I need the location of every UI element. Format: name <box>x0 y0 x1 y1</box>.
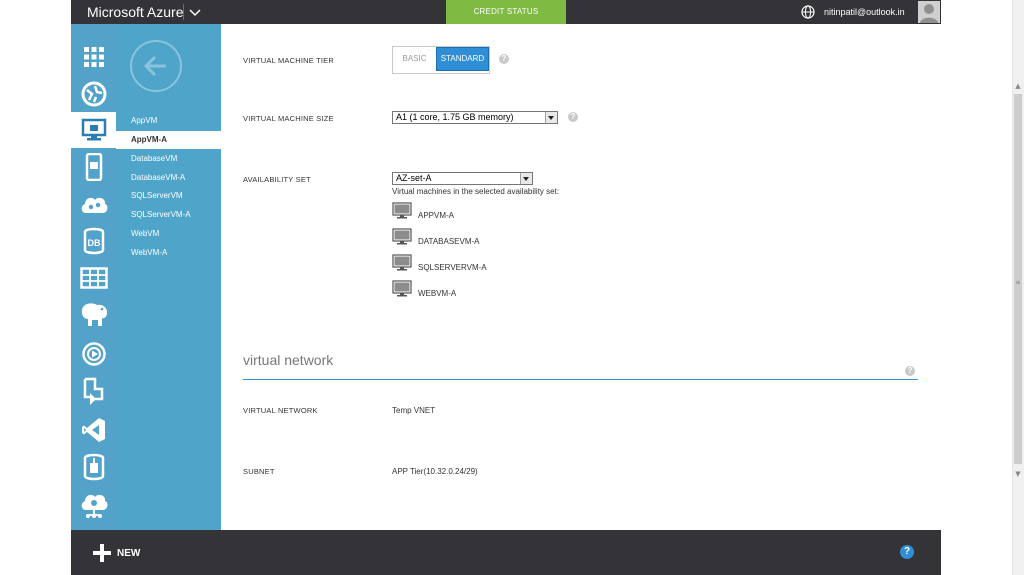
service-bus-icon <box>83 377 103 405</box>
tier-toggle[interactable]: BASIC STANDARD <box>392 46 490 74</box>
brand-divider <box>183 4 184 20</box>
nav-hdinsight[interactable] <box>71 296 116 332</box>
chevron-down-icon[interactable] <box>545 112 557 123</box>
size-help-icon[interactable]: ? <box>568 112 578 122</box>
virtual-network-section-title: virtual network <box>243 352 334 368</box>
storage-icon <box>79 267 108 289</box>
tier-label: VIRTUAL MACHINE TIER <box>243 56 334 65</box>
nav-visual-studio[interactable] <box>71 412 116 448</box>
tier-option-standard[interactable]: STANDARD <box>436 47 489 71</box>
virtual-network-value: Temp VNET <box>392 406 436 415</box>
new-label: NEW <box>117 547 141 559</box>
tier-option-basic[interactable]: BASIC <box>393 47 436 71</box>
section-divider <box>243 379 918 380</box>
vm-list-item[interactable]: SQLServerVM <box>116 187 221 205</box>
visual-studio-icon <box>81 418 105 442</box>
top-bar: Microsoft Azure CREDIT STATUS nitinpatil… <box>71 0 941 24</box>
vm-list-item-selected[interactable]: AppVM-A <box>116 131 221 149</box>
availability-set-select[interactable]: AZ-set-A <box>392 172 533 185</box>
nav-service-bus[interactable] <box>71 373 116 409</box>
media-services-icon <box>81 342 106 366</box>
user-silhouette-icon <box>920 4 938 23</box>
size-label: VIRTUAL MACHINE SIZE <box>243 114 334 123</box>
availability-vm-name: WEBVM-A <box>418 289 457 298</box>
virtual-machines-icon <box>81 118 106 141</box>
avatar[interactable] <box>918 1 940 23</box>
scroll-grip-icon: ≡ <box>1015 279 1021 286</box>
all-items-grid-icon <box>83 47 104 67</box>
nav-cache[interactable] <box>71 449 116 485</box>
availability-vm-name: SQLSERVERVM-A <box>418 263 487 272</box>
vm-list-item[interactable]: DatabaseVM <box>116 150 221 168</box>
availability-set-value: AZ-set-A <box>396 173 432 183</box>
hdinsight-icon <box>81 303 107 326</box>
web-sites-icon <box>81 81 106 107</box>
credit-status-button[interactable]: CREDIT STATUS <box>446 0 566 24</box>
availability-set-label: AVAILABILITY SET <box>243 175 311 184</box>
cloud-services-icon <box>81 197 107 213</box>
availability-vm-name: DATABASEVM-A <box>418 237 480 246</box>
scroll-up-arrow-icon[interactable]: ▲ <box>1014 82 1022 90</box>
nav-sql-databases[interactable]: DB <box>71 223 116 259</box>
vm-monitor-icon <box>392 228 412 245</box>
globe-icon[interactable] <box>801 5 815 19</box>
networks-icon <box>81 494 107 518</box>
new-button[interactable]: NEW <box>93 544 140 562</box>
mobile-services-icon <box>85 153 102 181</box>
vm-monitor-icon <box>392 202 412 219</box>
nav-all-items[interactable] <box>71 39 116 75</box>
tier-help-icon[interactable]: ? <box>499 54 509 64</box>
brand-title[interactable]: Microsoft Azure <box>87 0 183 24</box>
back-button[interactable] <box>130 40 182 92</box>
nav-storage[interactable] <box>71 260 116 296</box>
left-margin <box>0 0 71 575</box>
vm-list-pane: AppVM AppVM-A DatabaseVM DatabaseVM-A SQ… <box>116 24 221 530</box>
vm-list-item[interactable]: WebVM <box>116 225 221 243</box>
size-select-value: A1 (1 core, 1.75 GB memory) <box>396 112 514 122</box>
availability-vm-name: APPVM-A <box>418 211 455 220</box>
nav-web-sites[interactable] <box>71 76 116 112</box>
vm-list-item[interactable]: DatabaseVM-A <box>116 169 221 187</box>
account-name[interactable]: nitinpatil@outlook.in <box>824 0 905 24</box>
vm-list-item[interactable]: SQLServerVM-A <box>116 206 221 224</box>
scroll-down-arrow-icon[interactable]: ▼ <box>1014 470 1022 478</box>
network-help-icon[interactable]: ? <box>905 366 915 376</box>
back-arrow-icon <box>143 55 166 77</box>
nav-media-services[interactable] <box>71 336 116 372</box>
nav-virtual-machines[interactable] <box>71 112 116 148</box>
availability-set-note: Virtual machines in the selected availab… <box>392 187 560 196</box>
size-select[interactable]: A1 (1 core, 1.75 GB memory) <box>392 111 558 124</box>
help-circle-icon[interactable]: ? <box>900 545 914 559</box>
vm-monitor-icon <box>392 254 412 271</box>
virtual-network-label: VIRTUAL NETWORK <box>243 406 318 415</box>
nav-mobile-services[interactable] <box>71 149 116 185</box>
nav-cloud-services[interactable] <box>71 186 116 222</box>
chevron-down-icon[interactable] <box>188 4 202 20</box>
chevron-down-icon[interactable] <box>520 173 532 184</box>
plus-icon <box>93 544 111 562</box>
svg-text:DB: DB <box>87 238 100 248</box>
vm-monitor-icon <box>392 280 412 297</box>
command-bar: NEW ? <box>71 530 941 575</box>
configure-panel: VIRTUAL MACHINE TIER BASIC STANDARD ? VI… <box>221 24 941 530</box>
vm-list-item[interactable]: WebVM-A <box>116 244 221 262</box>
subnet-value: APP Tier(10.32.0.24/29) <box>392 467 478 476</box>
cache-icon <box>83 453 104 481</box>
nav-networks[interactable] <box>71 487 116 523</box>
service-icon-bar: DB <box>71 24 116 530</box>
subnet-label: SUBNET <box>243 467 275 476</box>
vm-list-item[interactable]: AppVM <box>116 112 221 130</box>
sql-databases-icon: DB <box>83 227 104 255</box>
